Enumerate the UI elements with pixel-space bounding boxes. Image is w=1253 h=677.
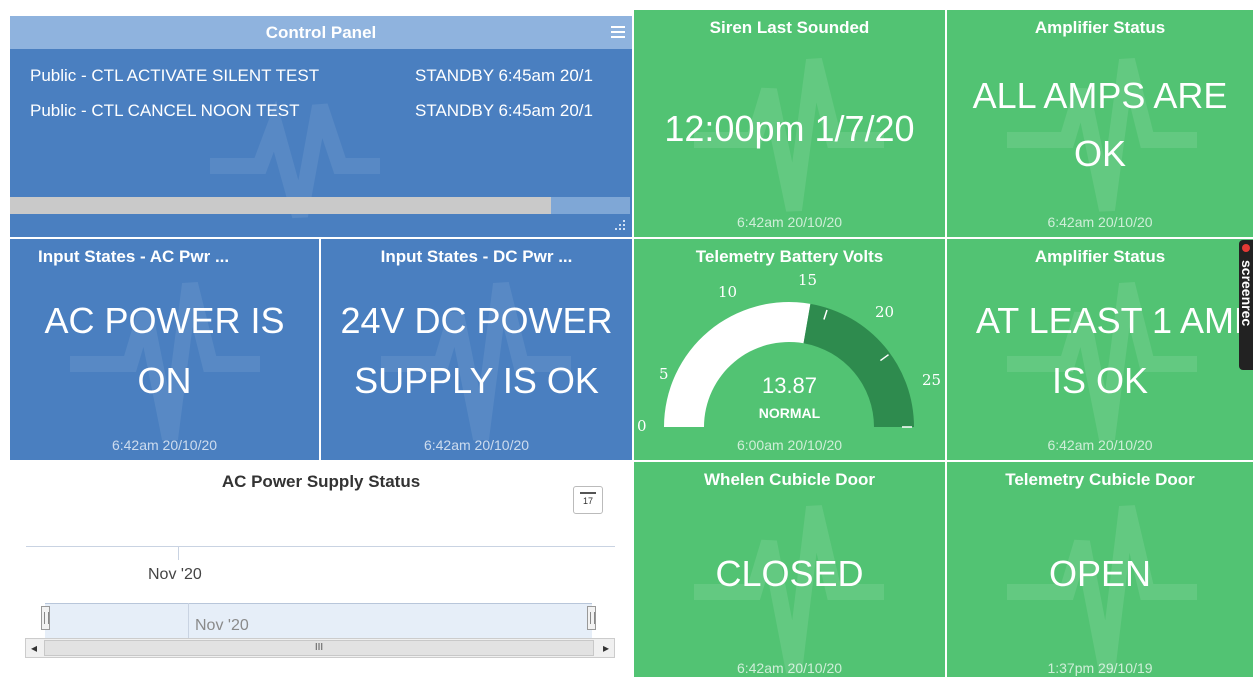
- tile-value-line1: AT LEAST 1 AMP: [975, 300, 1253, 341]
- siren-last-sounded-tile[interactable]: Siren Last Sounded 12:00pm 1/7/20 6:42am…: [634, 10, 945, 237]
- chart-scrollbar[interactable]: ◂ III ▸: [25, 638, 615, 658]
- control-panel-tile: Control Panel Public - CTL ACTIVATE SILE…: [10, 16, 632, 237]
- battery-gauge: [664, 302, 914, 428]
- control-panel-scroll-thumb[interactable]: [10, 197, 551, 214]
- control-panel-header: Control Panel: [10, 16, 632, 49]
- tile-value-line1: AC POWER IS: [44, 300, 285, 341]
- tile-timestamp: 6:42am 20/10/20: [736, 660, 843, 676]
- input-ac-tile[interactable]: Input States - AC Pwr ... AC POWER IS ON…: [10, 239, 319, 460]
- telemetry-battery-tile[interactable]: Telemetry Battery Volts 0 5 10 15 20 25 …: [634, 239, 945, 460]
- telemetry-door-tile[interactable]: Telemetry Cubicle Door OPEN 1:37pm 29/10…: [947, 462, 1253, 677]
- gauge-tick-label: 15: [798, 271, 818, 289]
- tile-value-line1: 24V DC POWER: [340, 300, 613, 341]
- chart-axis-line: [26, 546, 615, 547]
- gauge-tick-label: 20: [875, 303, 895, 321]
- calendar-button[interactable]: 17: [573, 486, 603, 514]
- calendar-day: 17: [582, 496, 593, 506]
- tile-value: CLOSED: [715, 553, 864, 594]
- gauge-tick-label: 10: [718, 283, 738, 301]
- screenrec-label: screenrec: [1239, 260, 1253, 327]
- gauge-value: 13.87: [761, 373, 818, 398]
- chart-title: AC Power Supply Status: [221, 472, 421, 491]
- control-panel-title: Control Panel: [265, 23, 377, 42]
- control-panel-scrollbar[interactable]: [10, 197, 630, 214]
- control-row[interactable]: Public - CTL CANCEL NOON TEST STANDBY 6:…: [30, 101, 593, 121]
- navigator-tick: [188, 603, 189, 638]
- tile-value-line2: SUPPLY IS OK: [354, 360, 599, 401]
- gauge-status: NORMAL: [758, 405, 821, 421]
- ac-power-chart-panel: AC Power Supply Status 17 Nov '20 Nov '2…: [10, 462, 632, 677]
- amplifier-status-tile[interactable]: Amplifier Status AT LEAST 1 AMP IS OK 6:…: [947, 239, 1253, 460]
- input-dc-tile[interactable]: Input States - DC Pwr ... 24V DC POWER S…: [321, 239, 632, 460]
- axis-tick-label: Nov '20: [148, 566, 202, 583]
- record-dot-icon: [1242, 244, 1250, 252]
- tile-timestamp: 6:42am 20/10/20: [1047, 214, 1153, 230]
- control-row-name: Public - CTL ACTIVATE SILENT TEST: [30, 66, 320, 85]
- screenrec-side-tab[interactable]: screenrec: [1239, 240, 1253, 370]
- tile-timestamp: 6:42am 20/10/20: [1047, 437, 1153, 453]
- amplifier-status-tile[interactable]: Amplifier Status ALL AMPS ARE OK 6:42am …: [947, 10, 1253, 237]
- tile-title: Siren Last Sounded: [709, 18, 870, 37]
- chart-navigator[interactable]: [45, 603, 592, 639]
- tile-timestamp: 1:37pm 29/10/19: [1047, 660, 1153, 676]
- scroll-left-arrow-icon[interactable]: ◂: [31, 641, 37, 655]
- scroll-right-arrow-icon[interactable]: ▸: [603, 641, 609, 655]
- tile-title: Whelen Cubicle Door: [704, 470, 875, 489]
- tile-value: 12:00pm 1/7/20: [664, 108, 915, 149]
- navigator-right-handle[interactable]: [587, 606, 596, 630]
- resize-grip-icon[interactable]: [614, 219, 626, 231]
- control-row-state: STANDBY 6:45am 20/1: [415, 101, 593, 120]
- tile-value-line1: ALL AMPS ARE: [972, 75, 1228, 116]
- tile-title: Amplifier Status: [1034, 18, 1166, 37]
- axis-tick: [178, 546, 179, 560]
- tile-title: Input States - AC Pwr ...: [38, 247, 230, 266]
- tile-value-line2: ON: [137, 360, 192, 401]
- tile-value: OPEN: [1048, 553, 1152, 594]
- tile-title: Input States - DC Pwr ...: [380, 247, 573, 266]
- tile-timestamp: 6:42am 20/10/20: [736, 214, 843, 230]
- navigator-label: Nov '20: [195, 617, 249, 634]
- hamburger-menu-icon[interactable]: [610, 24, 626, 40]
- tile-value-line2: IS OK: [1051, 360, 1149, 401]
- tile-title: Telemetry Cubicle Door: [1005, 470, 1195, 489]
- chart-scroll-thumb[interactable]: III: [44, 640, 594, 656]
- tile-title: Amplifier Status: [1034, 247, 1166, 266]
- control-row-name: Public - CTL CANCEL NOON TEST: [30, 101, 300, 120]
- control-row[interactable]: Public - CTL ACTIVATE SILENT TEST STANDB…: [30, 66, 593, 86]
- tile-timestamp: 6:42am 20/10/20: [423, 437, 530, 453]
- whelen-door-tile[interactable]: Whelen Cubicle Door CLOSED 6:42am 20/10/…: [634, 462, 945, 677]
- navigator-left-handle[interactable]: [41, 606, 50, 630]
- tile-timestamp: 6:42am 20/10/20: [111, 437, 218, 453]
- tile-timestamp: 6:00am 20/10/20: [736, 437, 843, 453]
- tile-value-line2: OK: [1073, 133, 1126, 174]
- control-row-state: STANDBY 6:45am 20/1: [415, 66, 593, 85]
